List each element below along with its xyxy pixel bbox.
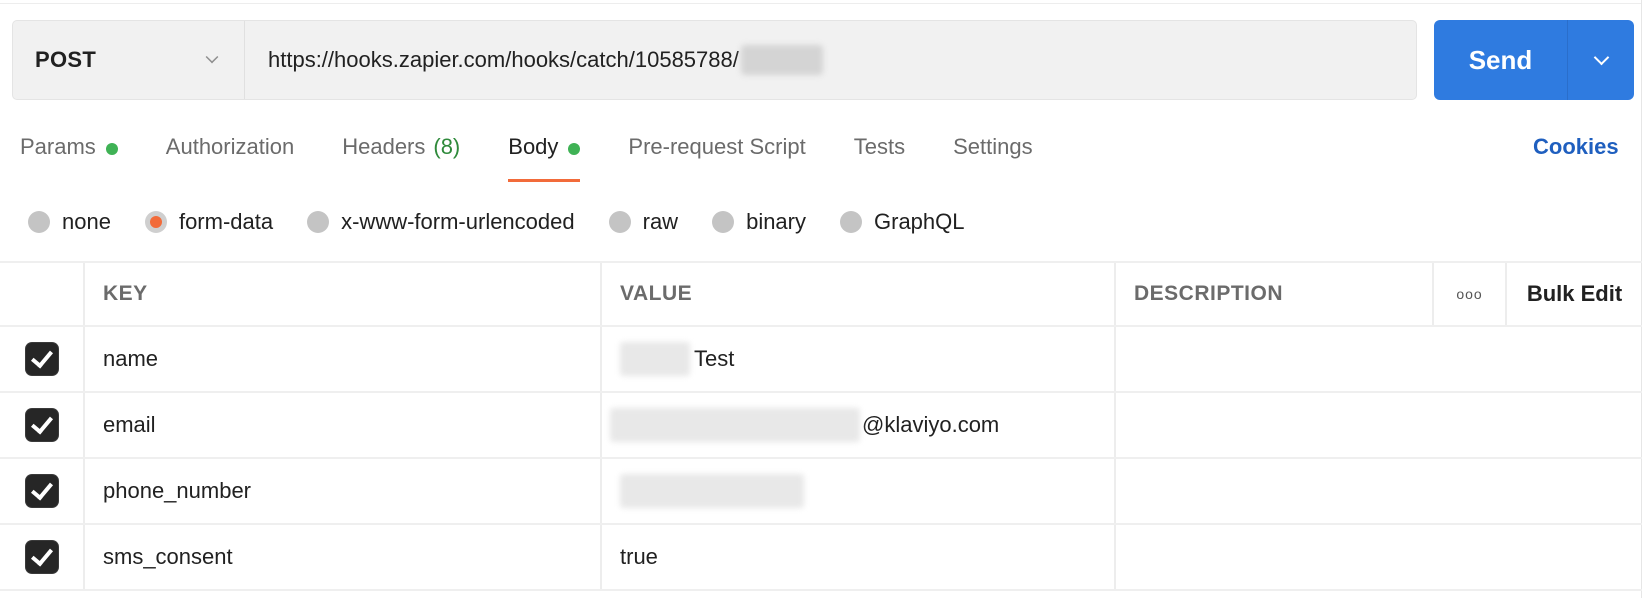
send-button-group: Send [1434, 20, 1634, 100]
description-cell[interactable] [1116, 327, 1641, 391]
radio-label: form-data [178, 209, 274, 234]
tab-label: Tests [853, 134, 906, 159]
tab-label: Body [508, 134, 559, 159]
value-cell[interactable] [602, 459, 1116, 523]
radio-form-data[interactable]: form-data [144, 209, 274, 235]
radio-circle-icon [608, 211, 631, 233]
radio-circle-icon [144, 211, 167, 233]
chevron-down-icon [205, 50, 219, 64]
tab-settings[interactable]: Settings [953, 128, 1033, 182]
body-type-radios: none form-data x-www-form-urlencoded raw… [28, 206, 999, 238]
bulk-edit-label: Bulk Edit [1526, 281, 1623, 306]
key-cell[interactable]: phone_number [85, 459, 602, 523]
value-text: @klaviyo.com [862, 412, 1000, 437]
header-value: VALUE [602, 263, 1116, 325]
description-cell[interactable] [1116, 393, 1641, 457]
table-row: phone_number [0, 459, 1642, 525]
tab-pre-request-script[interactable]: Pre-request Script [628, 128, 805, 182]
more-horizontal-icon: ooo [1456, 286, 1483, 302]
tab-params[interactable]: Params [20, 128, 118, 182]
radio-label: raw [642, 209, 679, 234]
radio-label: x-www-form-urlencoded [341, 209, 575, 234]
form-data-table: KEY VALUE DESCRIPTION ooo Bulk Edit name… [0, 261, 1642, 591]
radio-circle-icon [307, 211, 330, 233]
more-options-button[interactable]: ooo [1434, 263, 1507, 325]
header-description: DESCRIPTION [1116, 263, 1434, 325]
key-cell[interactable]: email [85, 393, 602, 457]
request-tabs: Params Authorization Headers (8) Body Pr… [20, 128, 1081, 182]
url-text: https://hooks.zapier.com/hooks/catch/105… [268, 47, 739, 72]
radio-circle-icon [840, 211, 862, 233]
checkbox-checked-icon[interactable] [25, 343, 58, 375]
tab-body[interactable]: Body [508, 128, 581, 182]
value-cell[interactable]: @klaviyo.com [602, 393, 1116, 457]
radio-circle-icon [28, 211, 50, 233]
radio-binary[interactable]: binary [712, 209, 806, 235]
radio-circle-icon [712, 211, 735, 233]
row-check-cell [0, 459, 85, 523]
value-text: Test [694, 346, 735, 371]
tab-label: Authorization [165, 134, 295, 159]
value-cell[interactable]: Test [602, 327, 1116, 391]
description-cell[interactable] [1116, 525, 1641, 589]
table-row: sms_consent true [0, 525, 1642, 591]
checkbox-checked-icon[interactable] [25, 475, 58, 507]
tab-label: Pre-request Script [628, 134, 806, 159]
table-header-row: KEY VALUE DESCRIPTION ooo Bulk Edit [0, 261, 1642, 327]
value-cell[interactable]: true [602, 525, 1116, 589]
key-cell[interactable]: name [85, 327, 602, 391]
send-options-button[interactable] [1568, 20, 1634, 100]
method-label: POST [35, 47, 97, 72]
row-check-cell [0, 327, 85, 391]
description-cell[interactable] [1116, 459, 1641, 523]
tab-label: Headers [342, 134, 426, 159]
row-check-cell [0, 393, 85, 457]
radio-label: GraphQL [874, 209, 965, 234]
tab-count-badge: (8) [433, 134, 461, 159]
checkbox-checked-icon[interactable] [25, 541, 58, 573]
method-select[interactable]: POST [13, 21, 245, 99]
cookies-link[interactable]: Cookies [1533, 134, 1619, 160]
status-dot-icon [105, 143, 118, 155]
radio-label: binary [746, 209, 806, 234]
radio-graphql[interactable]: GraphQL [840, 209, 965, 235]
url-input[interactable]: https://hooks.zapier.com/hooks/catch/105… [245, 21, 1416, 99]
send-button[interactable]: Send [1434, 20, 1568, 100]
bulk-edit-button[interactable]: Bulk Edit [1507, 263, 1642, 325]
checkbox-checked-icon[interactable] [25, 409, 58, 441]
request-bar: POST https://hooks.zapier.com/hooks/catc… [12, 20, 1417, 100]
table-row: email @klaviyo.com [0, 393, 1642, 459]
redacted-value [620, 474, 804, 508]
header-key: KEY [85, 263, 602, 325]
tab-headers[interactable]: Headers (8) [342, 128, 460, 182]
tab-tests[interactable]: Tests [854, 128, 905, 182]
tab-label: Settings [953, 134, 1033, 159]
value-text: true [620, 544, 658, 569]
redacted-url-segment [740, 45, 823, 75]
redacted-value [610, 408, 860, 442]
radio-label: none [62, 209, 111, 234]
header-check-cell [0, 263, 85, 325]
chevron-down-icon [1593, 49, 1609, 65]
key-cell[interactable]: sms_consent [85, 525, 602, 589]
tab-label: Params [20, 134, 96, 159]
row-check-cell [0, 525, 85, 589]
tab-authorization[interactable]: Authorization [166, 128, 294, 182]
radio-none[interactable]: none [28, 209, 111, 235]
top-divider [0, 0, 1642, 4]
radio-x-www-form-urlencoded[interactable]: x-www-form-urlencoded [307, 209, 575, 235]
table-row: name Test [0, 327, 1642, 393]
redacted-value [620, 342, 690, 376]
radio-raw[interactable]: raw [608, 209, 679, 235]
status-dot-icon [568, 143, 581, 155]
